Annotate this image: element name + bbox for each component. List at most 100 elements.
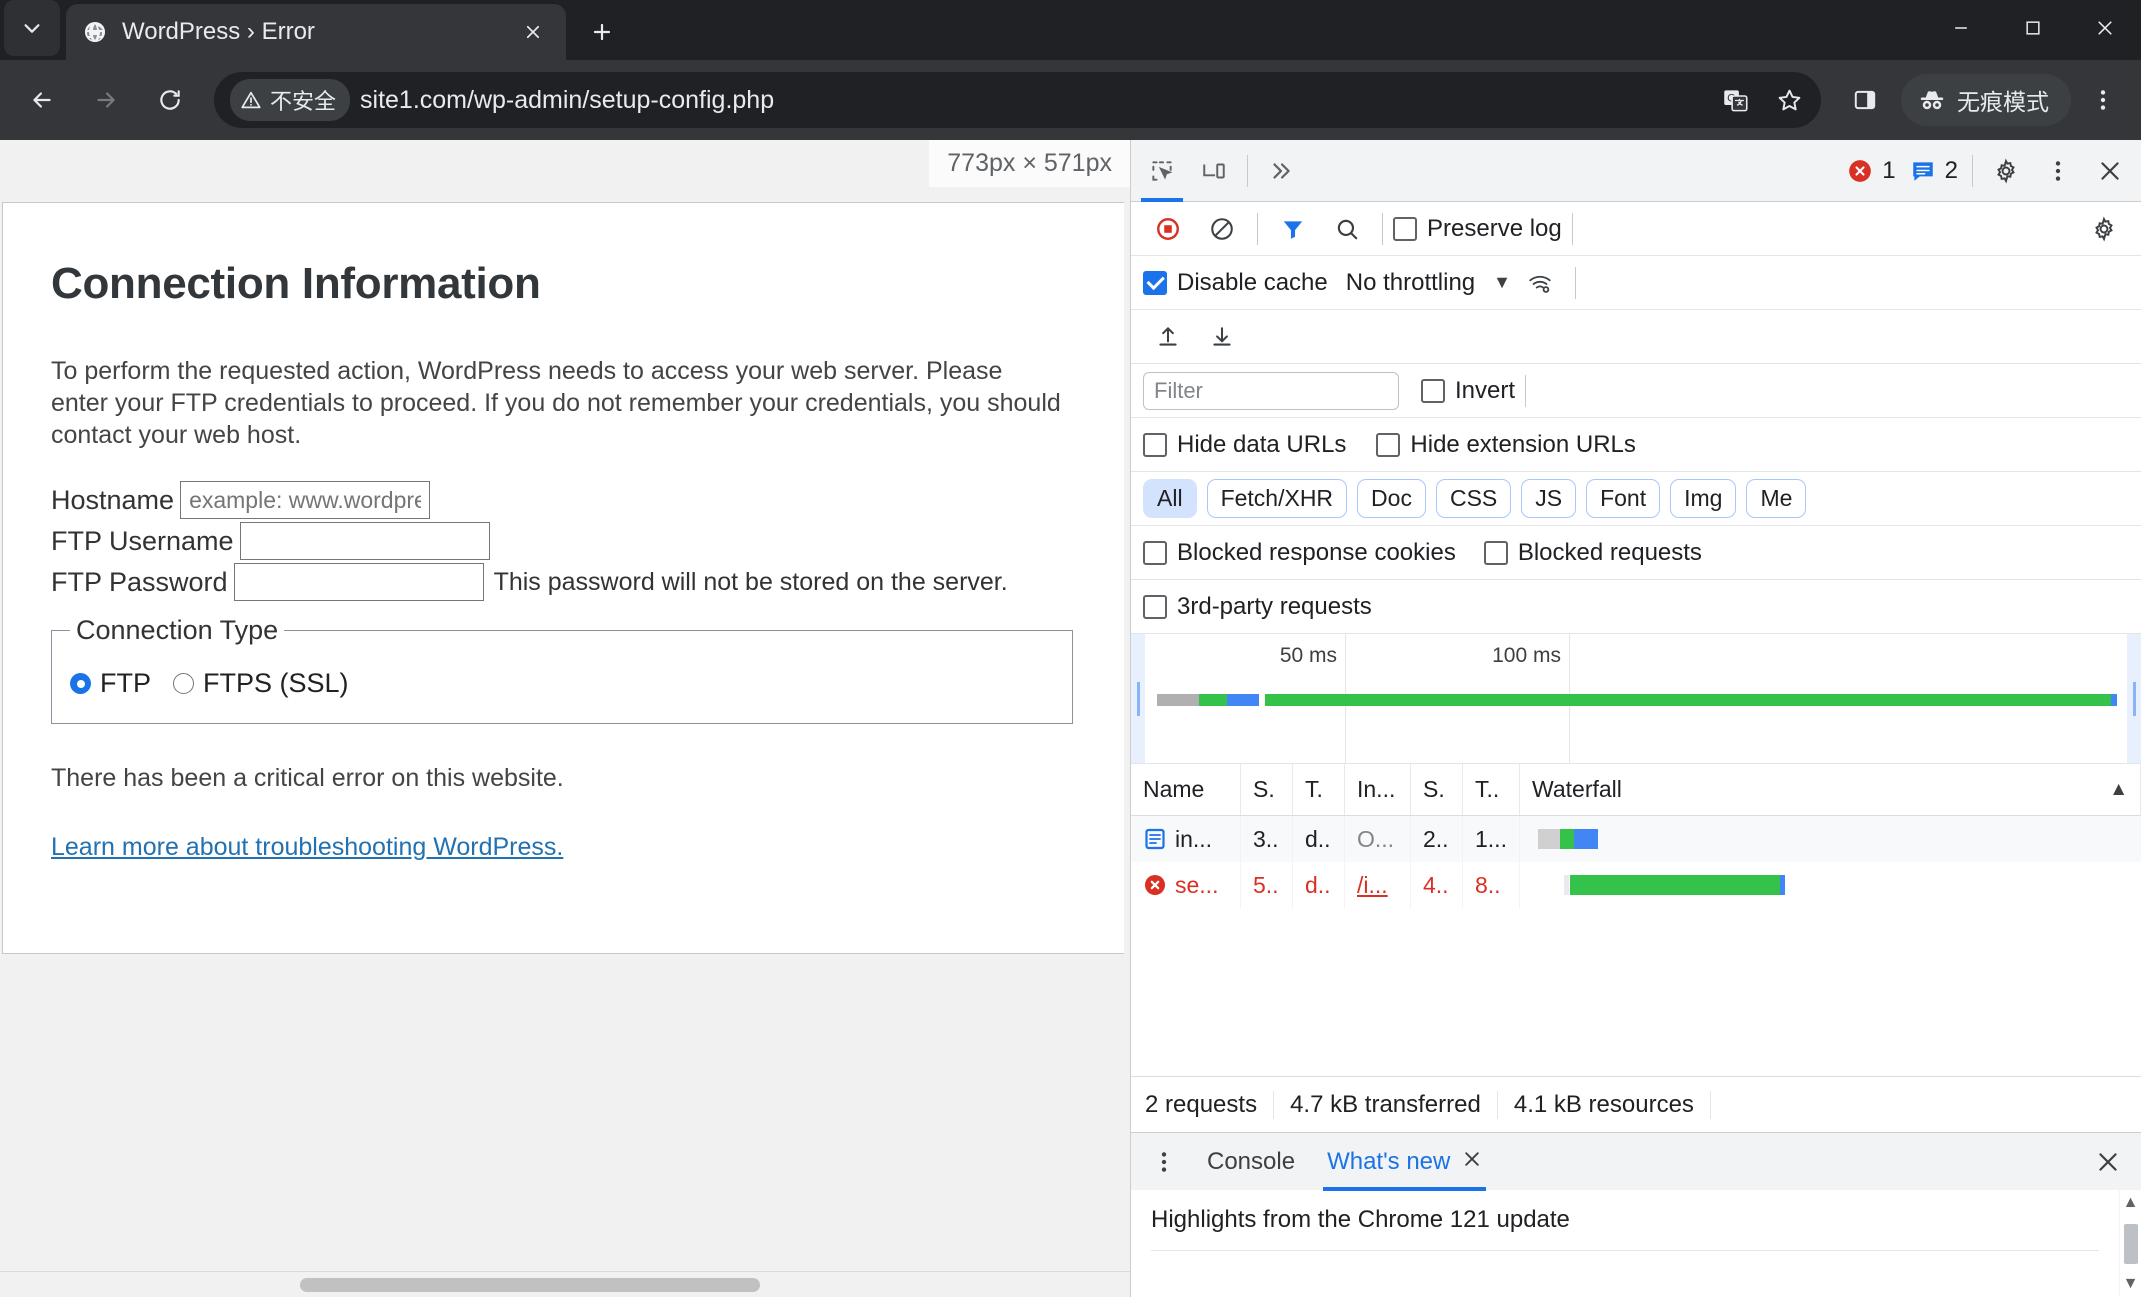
forward-button[interactable] — [78, 72, 134, 128]
checkbox-indicator[interactable] — [1143, 541, 1167, 565]
side-panel-button[interactable] — [1837, 72, 1893, 128]
clear-button[interactable] — [1197, 204, 1247, 254]
type-filter-font[interactable]: Font — [1586, 479, 1660, 518]
overview-bar-segment — [1157, 694, 1199, 706]
error-count-indicator[interactable]: 1 — [1841, 157, 1901, 185]
devtools-close-button[interactable] — [2085, 146, 2135, 196]
column-header-status[interactable]: S. — [1241, 764, 1293, 815]
search-button[interactable] — [1322, 204, 1372, 254]
radio-option-ftps[interactable]: FTPS (SSL) — [173, 668, 349, 699]
devtools-settings-button[interactable] — [1981, 146, 2031, 196]
ftp-password-input[interactable] — [234, 563, 484, 601]
whats-new-scrollbar[interactable]: ▲ ▼ — [2119, 1190, 2141, 1297]
column-header-name[interactable]: Name — [1131, 764, 1241, 815]
checkbox-indicator[interactable] — [1143, 595, 1167, 619]
drawer-tab-whats-new[interactable]: What's new — [1313, 1133, 1496, 1191]
type-filter-css[interactable]: CSS — [1436, 479, 1511, 518]
checkbox-indicator[interactable] — [1421, 379, 1445, 403]
tab-search-button[interactable] — [4, 0, 60, 56]
column-header-size[interactable]: S. — [1411, 764, 1463, 815]
radio-ftps-indicator[interactable] — [173, 673, 194, 694]
record-button[interactable] — [1143, 204, 1193, 254]
message-count-indicator[interactable]: 2 — [1904, 157, 1964, 185]
table-row[interactable]: se... 5.. d.. /i... 4.. 8.. — [1131, 862, 2141, 908]
type-filter-img[interactable]: Img — [1670, 479, 1736, 518]
overview-right-handle[interactable] — [2127, 634, 2141, 763]
scroll-down-arrow-icon[interactable]: ▼ — [2123, 1275, 2139, 1293]
window-minimize-button[interactable] — [1925, 0, 1997, 56]
browser-menu-button[interactable] — [2079, 72, 2127, 128]
window-maximize-button[interactable] — [1997, 0, 2069, 56]
error-circle-icon — [1847, 158, 1873, 184]
cell-size: 4.. — [1411, 862, 1463, 908]
bookmark-button[interactable] — [1765, 76, 1813, 124]
translate-button[interactable]: G — [1711, 76, 1759, 124]
site-security-chip[interactable]: 不安全 — [230, 79, 350, 121]
overview-left-handle[interactable] — [1131, 634, 1145, 763]
column-header-type[interactable]: T. — [1293, 764, 1345, 815]
divider — [1525, 375, 1526, 407]
scroll-up-arrow-icon[interactable]: ▲ — [2123, 1194, 2139, 1212]
preserve-log-checkbox[interactable]: Preserve log — [1393, 215, 1562, 243]
drawer-close-button[interactable] — [2083, 1137, 2133, 1187]
chevron-down-icon[interactable]: ▼ — [1493, 272, 1511, 293]
table-row[interactable]: in... 3.. d.. O... 2.. 1... — [1131, 816, 2141, 862]
drawer-tab-console[interactable]: Console — [1193, 1133, 1309, 1191]
incognito-indicator[interactable]: 无痕模式 — [1901, 74, 2071, 126]
scrollbar-thumb[interactable] — [300, 1278, 760, 1292]
radio-option-ftp[interactable]: FTP — [70, 668, 151, 699]
ftp-username-input[interactable] — [240, 522, 490, 560]
network-settings-button[interactable] — [2079, 204, 2129, 254]
hide-data-urls-checkbox[interactable]: Hide data URLs — [1143, 431, 1346, 459]
column-header-waterfall[interactable]: Waterfall ▲ — [1520, 764, 2141, 815]
network-overview-timeline[interactable]: 50 ms 100 ms — [1131, 634, 2141, 764]
troubleshooting-link[interactable]: Learn more about troubleshooting WordPre… — [51, 833, 563, 862]
reload-button[interactable] — [142, 72, 198, 128]
checkbox-indicator[interactable] — [1143, 433, 1167, 457]
wifi-settings-button[interactable] — [1515, 258, 1565, 308]
type-filter-doc[interactable]: Doc — [1357, 479, 1426, 518]
third-party-requests-checkbox[interactable]: 3rd-party requests — [1143, 593, 1372, 621]
radio-ftp-label: FTP — [100, 668, 151, 699]
invert-checkbox[interactable]: Invert — [1421, 377, 1515, 405]
type-filter-js[interactable]: JS — [1521, 479, 1576, 518]
type-filter-all[interactable]: All — [1143, 479, 1197, 518]
tab-close-button[interactable] — [516, 15, 550, 49]
disable-cache-checkbox[interactable]: Disable cache — [1143, 269, 1328, 297]
checkbox-indicator[interactable] — [1143, 271, 1167, 295]
scrollbar-thumb[interactable] — [2124, 1224, 2138, 1264]
export-har-button[interactable] — [1197, 312, 1247, 362]
viewport-horizontal-scrollbar[interactable] — [0, 1271, 1130, 1297]
filter-row: Invert — [1131, 364, 2141, 418]
filter-input[interactable] — [1143, 372, 1399, 410]
address-bar[interactable]: 不安全 site1.com/wp-admin/setup-config.php … — [214, 72, 1821, 128]
checkbox-indicator[interactable] — [1393, 217, 1417, 241]
filter-toggle-button[interactable] — [1268, 204, 1318, 254]
column-header-initiator[interactable]: In... — [1345, 764, 1411, 815]
hostname-input[interactable] — [180, 481, 430, 519]
cell-initiator[interactable]: /i... — [1345, 862, 1411, 908]
blocked-response-cookies-checkbox[interactable]: Blocked response cookies — [1143, 539, 1456, 567]
throttling-select[interactable]: No throttling — [1346, 269, 1475, 297]
column-header-time[interactable]: T.. — [1463, 764, 1520, 815]
hide-extension-urls-checkbox[interactable]: Hide extension URLs — [1376, 431, 1635, 459]
import-har-button[interactable] — [1143, 312, 1193, 362]
checkbox-indicator[interactable] — [1484, 541, 1508, 565]
browser-tab[interactable]: WordPress › Error — [66, 4, 566, 60]
incognito-glasses-icon — [1917, 85, 1947, 115]
radio-ftp-indicator[interactable] — [70, 673, 91, 694]
close-icon[interactable] — [1462, 1148, 1482, 1176]
back-button[interactable] — [14, 72, 70, 128]
checkbox-indicator[interactable] — [1376, 433, 1400, 457]
type-filter-media[interactable]: Me — [1746, 479, 1806, 518]
tab-title: WordPress › Error — [122, 18, 502, 46]
inspect-element-button[interactable] — [1137, 146, 1187, 196]
new-tab-button[interactable] — [580, 10, 624, 54]
devtools-more-options-button[interactable] — [2033, 146, 2083, 196]
drawer-more-options-button[interactable] — [1139, 1137, 1189, 1187]
more-panels-button[interactable] — [1256, 146, 1306, 196]
device-toolbar-button[interactable] — [1189, 146, 1239, 196]
blocked-requests-checkbox[interactable]: Blocked requests — [1484, 539, 1702, 567]
window-close-button[interactable] — [2069, 0, 2141, 56]
type-filter-fetch-xhr[interactable]: Fetch/XHR — [1207, 479, 1347, 518]
